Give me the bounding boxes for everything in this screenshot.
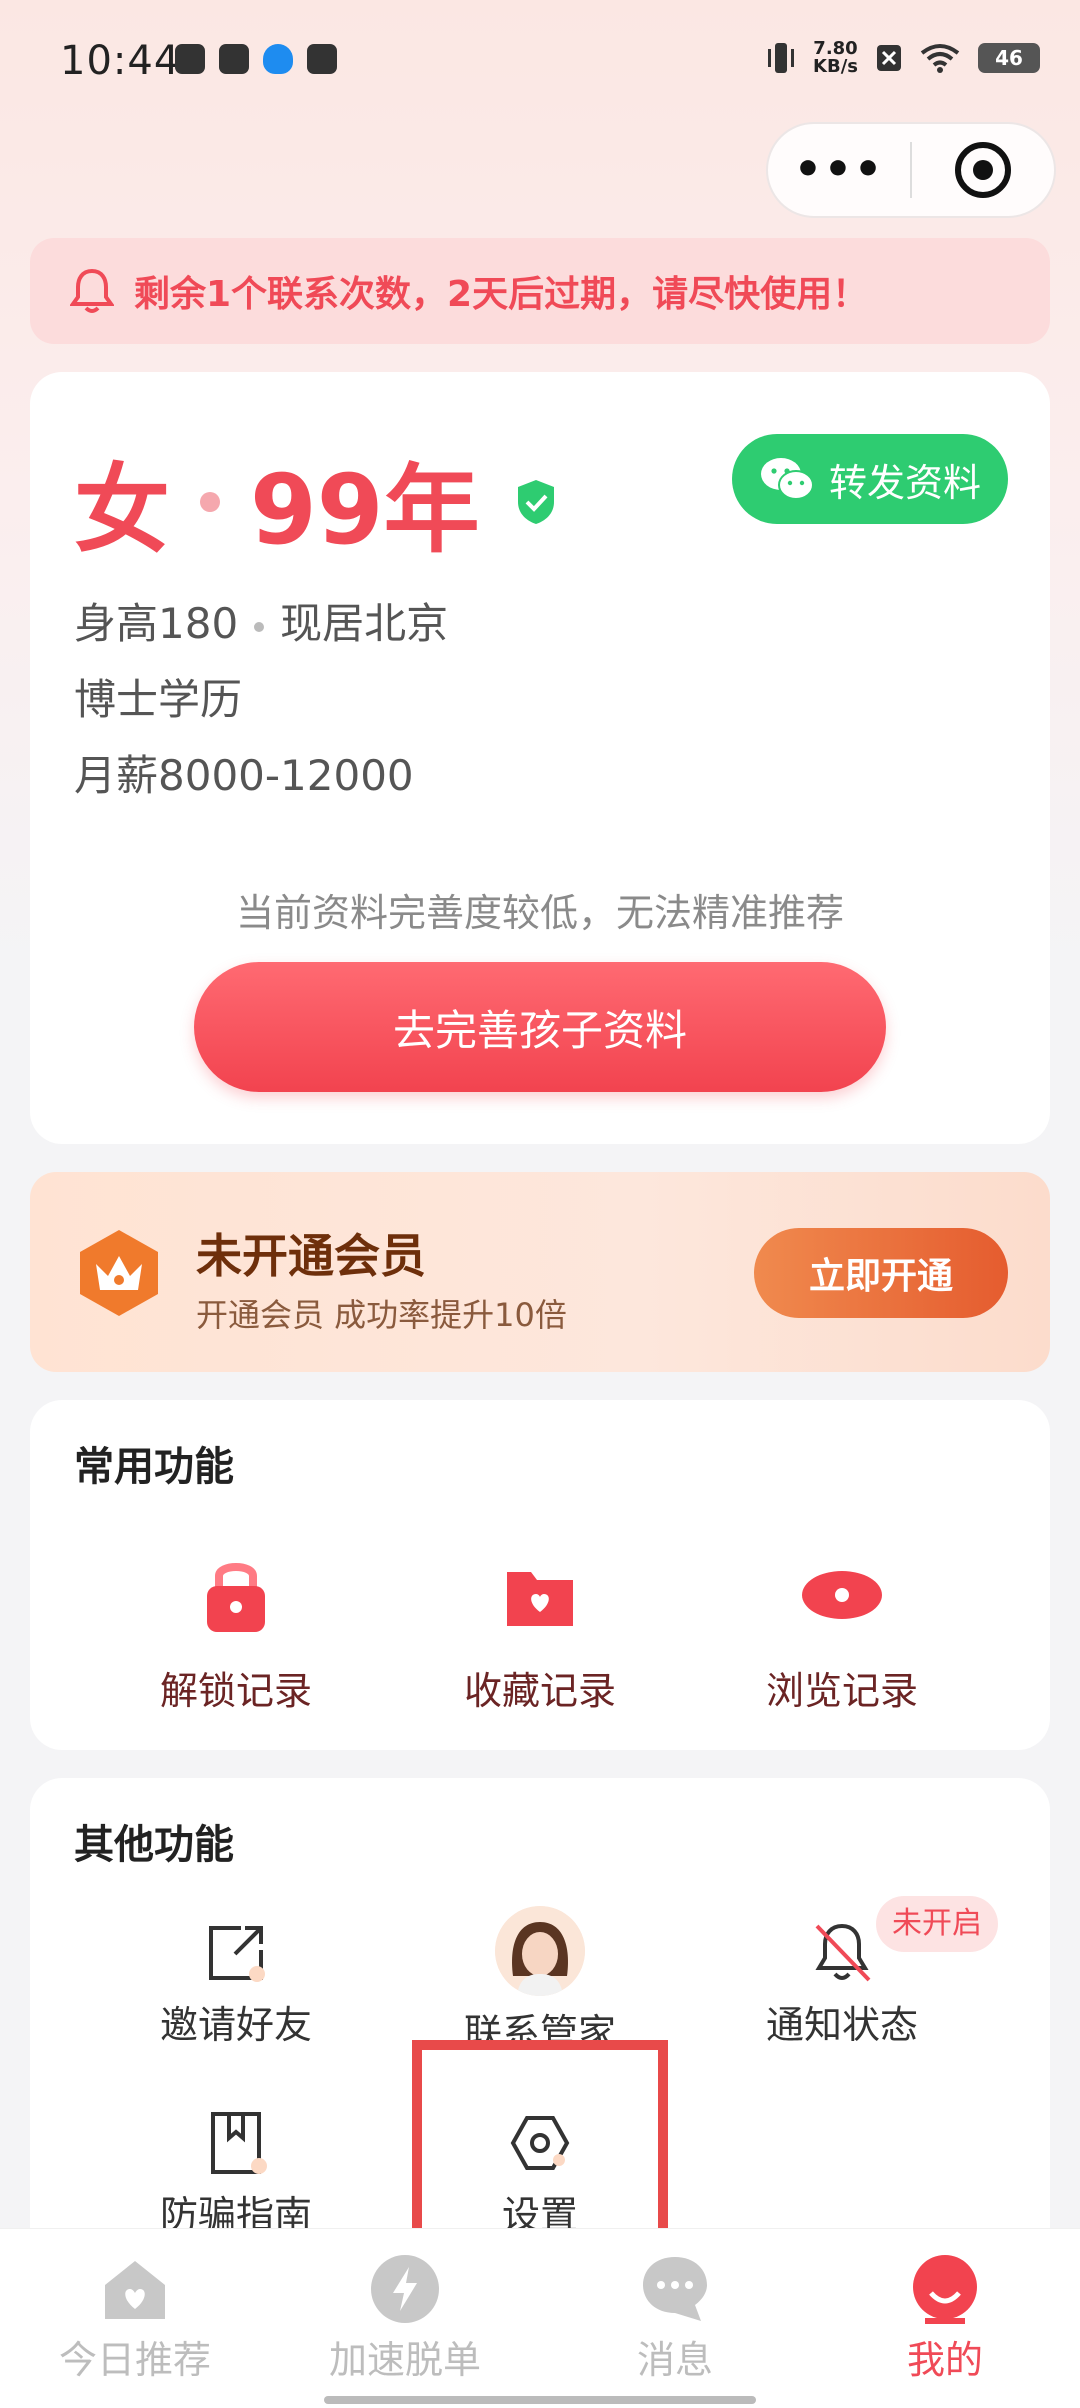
tab-messages[interactable]: 消息 xyxy=(540,2253,810,2384)
tab-speed-dating[interactable]: 加速脱单 xyxy=(270,2253,540,2384)
tab-mine-label: 我的 xyxy=(906,2338,983,2382)
browse-records-item[interactable]: 浏览记录 xyxy=(692,1550,992,1715)
vip-banner: 未开通会员 开通会员 成功率提升10倍 立即开通 xyxy=(30,1172,1050,1372)
profile-height: 身高180 xyxy=(74,599,239,648)
favorites-records-label: 收藏记录 xyxy=(463,1669,616,1713)
vibrate-icon xyxy=(768,43,795,73)
wifi-icon xyxy=(920,44,960,73)
bottom-tab-bar: 今日推荐 加速脱单 消息 我的 xyxy=(0,2228,1080,2408)
home-heart-icon xyxy=(105,2261,165,2319)
profile-icon xyxy=(913,2255,977,2324)
bookmark-book-icon xyxy=(211,2112,267,2174)
capsule-menu: ••• xyxy=(766,122,1056,218)
open-vip-button[interactable]: 立即开通 xyxy=(754,1228,1008,1318)
wechat-icon xyxy=(760,458,814,500)
sim-off-icon xyxy=(877,45,901,71)
share-profile-button[interactable]: 转发资料 xyxy=(732,434,1008,524)
tab-messages-label: 消息 xyxy=(636,2338,713,2382)
verified-shield-icon xyxy=(517,479,554,524)
butler-avatar xyxy=(495,1906,585,1996)
share-profile-label: 转发资料 xyxy=(828,460,981,505)
browse-records-label: 浏览记录 xyxy=(765,1669,918,1713)
net-speed: 7.80 KB/s xyxy=(813,40,858,76)
folder-heart-icon xyxy=(507,1572,573,1626)
lock-icon xyxy=(207,1563,265,1632)
more-icon[interactable]: ••• xyxy=(768,148,910,192)
wechat-notification-icon xyxy=(175,44,205,74)
profile-card: 女 99年 转发资料 身高180 现居北京 博士学历 月薪8000-12000 当… xyxy=(30,372,1050,1144)
favorites-records-item[interactable]: 收藏记录 xyxy=(390,1550,690,1715)
vip-subtitle: 开通会员 成功率提升10倍 xyxy=(196,1296,567,1334)
tab-today-recommend[interactable]: 今日推荐 xyxy=(0,2253,270,2384)
unlock-records-item[interactable]: 解锁记录 xyxy=(86,1550,386,1715)
profile-birth-year: 99年 xyxy=(250,454,480,566)
tab-mine[interactable]: 我的 xyxy=(810,2253,1080,2384)
bell-icon xyxy=(70,268,114,313)
notification-icons xyxy=(175,44,337,74)
status-bar: 10:44 7.80 KB/s 46 xyxy=(0,0,1080,120)
notice-text: 剩余1个联系次数，2天后过期，请尽快使用！ xyxy=(134,274,869,315)
completeness-hint: 当前资料完善度较低，无法精准推荐 xyxy=(235,891,844,935)
share-out-icon xyxy=(209,1926,265,1982)
chat-icon xyxy=(643,2257,707,2321)
system-icons: 7.80 KB/s 46 xyxy=(767,40,1040,76)
anti-fraud-guide-item[interactable]: 防骗指南 xyxy=(86,2108,386,2239)
message-notification-icon xyxy=(307,44,337,74)
common-functions-card: 常用功能 解锁记录 收藏记录 浏览记录 xyxy=(30,1400,1050,1750)
battery-icon: 46 xyxy=(978,43,1040,73)
tab-today-recommend-label: 今日推荐 xyxy=(58,2338,211,2382)
expiry-notice: 剩余1个联系次数，2天后过期，请尽快使用！ xyxy=(30,238,1050,344)
net-speed-unit: KB/s xyxy=(813,56,858,77)
close-miniprogram-button[interactable] xyxy=(912,142,1054,198)
bell-off-icon xyxy=(815,1923,871,1982)
separator-dot xyxy=(254,621,265,632)
profile-education: 博士学历 xyxy=(74,675,243,724)
notification-off-badge: 未开启 xyxy=(876,1896,998,1952)
vip-title: 未开通会员 xyxy=(196,1229,426,1283)
profile-residence: 现居北京 xyxy=(280,599,449,648)
other-functions-title: 其他功能 xyxy=(74,1822,234,1868)
lightning-icon xyxy=(371,2255,439,2323)
common-functions-title: 常用功能 xyxy=(74,1444,234,1490)
profile-header: 女 99年 xyxy=(74,432,558,571)
eye-icon xyxy=(802,1571,882,1619)
app-notification-icon xyxy=(219,44,249,74)
invite-friends-label: 邀请好友 xyxy=(159,2003,312,2047)
profile-gender: 女 xyxy=(74,454,170,566)
profile-salary: 月薪8000-12000 xyxy=(74,751,414,800)
notification-status-label: 通知状态 xyxy=(765,2003,918,2047)
home-indicator[interactable] xyxy=(324,2396,756,2404)
unlock-records-label: 解锁记录 xyxy=(159,1669,312,1713)
crown-badge-icon xyxy=(80,1230,158,1316)
contact-butler-item[interactable]: 联系管家 xyxy=(390,1906,690,2057)
profile-height-residence: 身高180 现居北京 xyxy=(74,590,448,651)
separator-dot xyxy=(200,491,220,512)
invite-friends-item[interactable]: 邀请好友 xyxy=(86,1918,386,2049)
status-time: 10:44 xyxy=(60,38,181,84)
qq-notification-icon xyxy=(263,44,293,74)
target-icon xyxy=(954,142,1011,198)
highlight-box xyxy=(412,2040,668,2258)
complete-profile-button[interactable]: 去完善孩子资料 xyxy=(194,962,886,1092)
tab-speed-dating-label: 加速脱单 xyxy=(328,2338,481,2382)
